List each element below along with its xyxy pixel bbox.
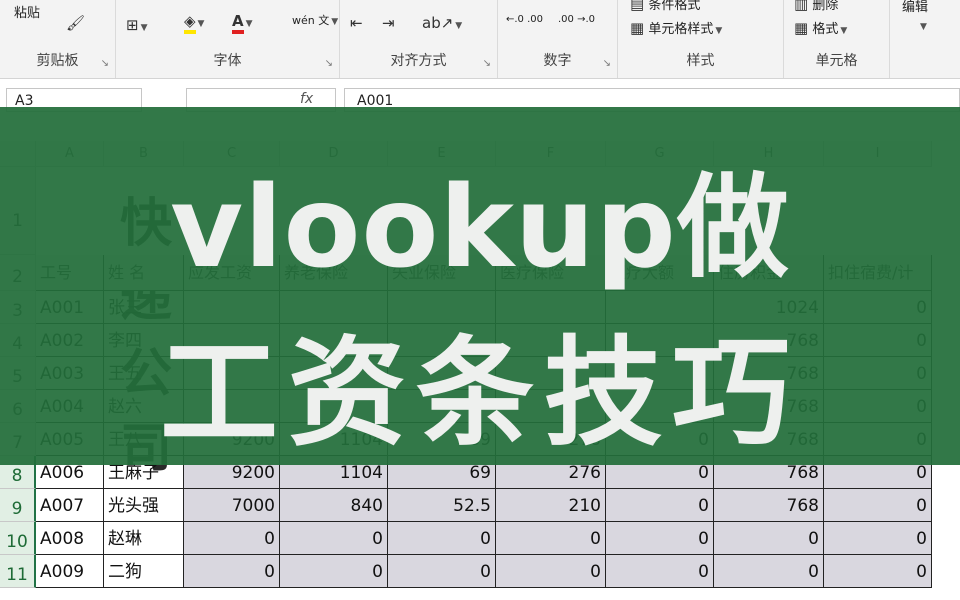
row-header[interactable]: 10: [0, 522, 36, 555]
table-cell[interactable]: 0: [280, 522, 388, 555]
font-group-label: 字体: [213, 53, 242, 69]
editing-group: 编辑 ▼: [890, 0, 960, 78]
alignment-group-label: 对齐方式: [390, 53, 447, 69]
editing-caret-icon[interactable]: ▼: [918, 18, 927, 33]
orientation-button[interactable]: ab↗ ▼: [422, 14, 462, 32]
font-group: ⊞ ▼ ◈ ▼ A ▼ wén 文 ▼ 字体 ↘: [116, 0, 340, 78]
table-cell[interactable]: 0: [496, 555, 606, 588]
table-cell[interactable]: 0: [388, 555, 496, 588]
increase-indent-button[interactable]: ⇥: [382, 14, 395, 32]
table-cell[interactable]: 二狗: [104, 555, 184, 588]
paste-label: 粘贴: [14, 6, 41, 21]
table-cell[interactable]: 0: [714, 555, 824, 588]
table-cell[interactable]: 52.5: [388, 489, 496, 522]
ribbon: 粘贴 🖌 剪贴板 ↘ ⊞ ▼ ◈ ▼ A ▼ wén 文 ▼ 字体 ↘ ⇤ ⇥ ab↗ ▼…: [0, 0, 960, 79]
table-cell[interactable]: 840: [280, 489, 388, 522]
table-cell[interactable]: 0: [824, 489, 932, 522]
row-header[interactable]: 9: [0, 489, 36, 522]
cell-style-icon: ▦: [630, 19, 645, 37]
banner-line-1: vlookup做: [170, 163, 790, 293]
paste-button[interactable]: 粘贴: [14, 2, 40, 21]
orientation-icon: ab↗: [422, 14, 454, 32]
table-cell[interactable]: 0: [824, 555, 932, 588]
table-cell[interactable]: 赵琳: [104, 522, 184, 555]
decrease-decimal-button[interactable]: .00 →.0: [558, 14, 595, 25]
banner-line-2: 工资条技巧: [159, 324, 800, 462]
table-cell[interactable]: A008: [36, 522, 104, 555]
borders-button[interactable]: ⊞ ▼: [126, 16, 148, 34]
row-header[interactable]: 11: [0, 555, 36, 588]
table-cell[interactable]: 0: [496, 522, 606, 555]
format-icon: ▦: [794, 19, 809, 37]
fill-color-icon: ◈: [184, 12, 196, 34]
phonetic-button[interactable]: wén 文 ▼: [292, 12, 338, 28]
table-cell[interactable]: 0: [388, 522, 496, 555]
delete-icon: ▥: [794, 0, 809, 13]
clipboard-group: 粘贴 🖌 剪贴板 ↘: [0, 0, 116, 78]
cell-style-button[interactable]: ▦ 单元格样式 ▼: [630, 18, 722, 37]
increase-decimal-button[interactable]: ←.0 .00: [506, 14, 543, 25]
delete-button[interactable]: ▥ 删除: [794, 0, 838, 13]
title-banner: vlookup做 工资条技巧: [0, 107, 960, 465]
decrease-indent-button[interactable]: ⇤: [350, 14, 363, 32]
clipboard-launcher-icon[interactable]: ↘: [101, 58, 109, 69]
conditional-format-button[interactable]: ▤ 条件格式: [630, 0, 700, 13]
table-cell[interactable]: 0: [184, 522, 280, 555]
table-cell[interactable]: 210: [496, 489, 606, 522]
table-cell[interactable]: 768: [714, 489, 824, 522]
number-launcher-icon[interactable]: ↘: [603, 58, 611, 69]
styles-group: ▤ 条件格式 ▦ 单元格样式 ▼ 样式: [618, 0, 784, 78]
alignment-group: ⇤ ⇥ ab↗ ▼ 对齐方式 ↘: [340, 0, 498, 78]
table-cell[interactable]: A009: [36, 555, 104, 588]
font-launcher-icon[interactable]: ↘: [325, 58, 333, 69]
font-color-button[interactable]: A ▼: [232, 12, 253, 34]
increase-indent-icon: ⇥: [382, 14, 395, 32]
alignment-launcher-icon[interactable]: ↘: [483, 58, 491, 69]
number-group-label: 数字: [543, 53, 572, 69]
borders-icon: ⊞: [126, 16, 139, 34]
format-button[interactable]: ▦ 格式 ▼: [794, 18, 847, 37]
table-cell[interactable]: 0: [280, 555, 388, 588]
table-cell[interactable]: 0: [606, 522, 714, 555]
styles-group-label: 样式: [686, 53, 715, 69]
table-cell[interactable]: 0: [606, 555, 714, 588]
fill-color-button[interactable]: ◈ ▼: [184, 12, 204, 34]
decrease-indent-icon: ⇤: [350, 14, 363, 32]
cells-group-label: 单元格: [815, 53, 858, 69]
table-cell[interactable]: 0: [824, 522, 932, 555]
number-group: ←.0 .00 .00 →.0 数字 ↘: [498, 0, 618, 78]
table-cell[interactable]: A007: [36, 489, 104, 522]
conditional-format-icon: ▤: [630, 0, 645, 13]
table-cell[interactable]: 光头强: [104, 489, 184, 522]
table-cell[interactable]: 7000: [184, 489, 280, 522]
clipboard-group-label: 剪贴板: [36, 53, 79, 69]
font-color-icon: A: [232, 12, 244, 34]
editing-button[interactable]: 编辑: [902, 0, 928, 15]
table-cell[interactable]: 0: [606, 489, 714, 522]
format-painter-icon[interactable]: 🖌: [66, 14, 85, 32]
table-cell[interactable]: 0: [714, 522, 824, 555]
fx-icon[interactable]: fx: [300, 91, 313, 107]
table-cell[interactable]: 0: [184, 555, 280, 588]
cells-group: ▥ 删除 ▦ 格式 ▼ 单元格: [784, 0, 890, 78]
